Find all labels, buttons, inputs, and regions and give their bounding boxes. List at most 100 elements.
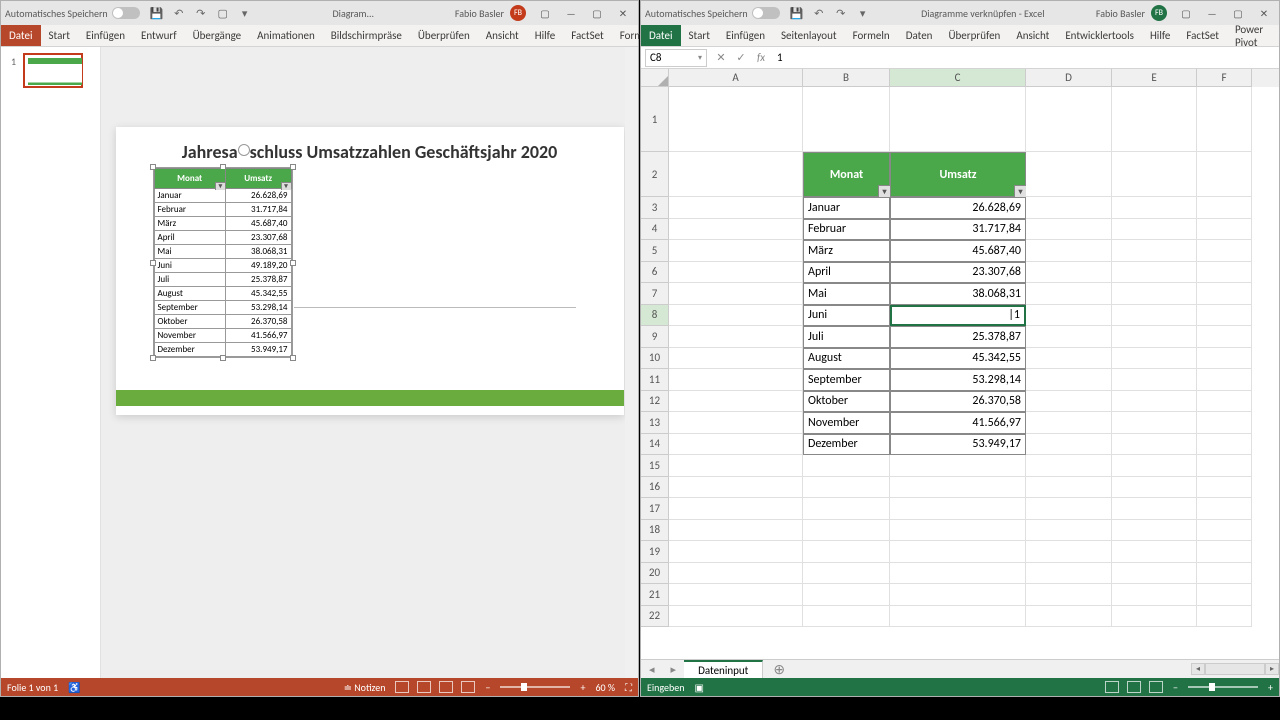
fit-window-icon[interactable]: ⛶ [625,681,632,694]
cell[interactable] [1112,240,1197,262]
add-sheet-button[interactable]: ⊕ [763,661,795,678]
tab-einfuegen[interactable]: Einfügen [718,25,773,46]
column-header-d[interactable]: D [1026,69,1112,87]
horizontal-scrollbar[interactable] [1205,663,1265,675]
cell[interactable] [1112,369,1197,391]
cell[interactable] [1026,455,1112,477]
vertical-scrollbar[interactable] [625,47,638,678]
column-header-c[interactable]: C [890,69,1026,87]
cell[interactable] [1197,152,1252,197]
cell[interactable]: 31.717,84 [890,219,1026,241]
formula-input[interactable]: 1 [771,51,1279,64]
cell[interactable]: 26.370,58 [890,391,1026,413]
tab-animationen[interactable]: Animationen [249,25,323,46]
cell[interactable]: März [803,240,890,262]
tab-datei[interactable]: Datei [1,25,41,46]
search-box[interactable]: 🔍Suchen [1271,25,1280,46]
cell[interactable]: 23.307,68 [890,262,1026,284]
cell[interactable] [669,87,803,152]
column-header-e[interactable]: E [1112,69,1197,87]
cell[interactable] [669,412,803,434]
cell[interactable]: 41.566,97 [890,412,1026,434]
cell[interactable] [1197,434,1252,456]
cell[interactable] [1112,477,1197,499]
cell[interactable] [1112,283,1197,305]
cell[interactable] [1112,391,1197,413]
cell[interactable] [1026,219,1112,241]
notes-button[interactable]: ≐ Notizen [344,681,386,694]
cell[interactable]: November [803,412,890,434]
cell[interactable] [803,477,890,499]
cell[interactable]: April [803,262,890,284]
tab-ueberpruefen[interactable]: Überprüfen [410,25,478,46]
cell[interactable]: 53.949,17 [890,434,1026,456]
cell[interactable] [890,498,1026,520]
cell[interactable] [890,520,1026,542]
cell[interactable] [1197,326,1252,348]
row-header[interactable]: 22 [641,606,669,628]
cell[interactable] [1026,87,1112,152]
undo-icon[interactable]: ↶ [172,6,186,20]
cell[interactable]: Juli [803,326,890,348]
maximize-button[interactable]: ▢ [1227,5,1249,21]
autosave-toggle[interactable]: Automatisches Speichern [5,7,140,20]
sheet-nav-left[interactable]: ◂ [641,663,663,676]
cell[interactable]: |1 [890,305,1026,327]
cell[interactable] [669,369,803,391]
cell[interactable]: Mai [803,283,890,305]
cell[interactable] [669,477,803,499]
minimize-button[interactable]: — [1201,5,1223,21]
cell[interactable] [1026,541,1112,563]
cell[interactable] [803,455,890,477]
cell[interactable] [669,152,803,197]
save-icon[interactable]: 💾 [150,6,164,20]
row-header[interactable]: 3 [641,197,669,219]
name-box[interactable]: C8▾ [645,49,707,67]
cell[interactable] [803,498,890,520]
tab-ueberpruefen[interactable]: Überprüfen [940,25,1008,46]
cell[interactable] [1197,262,1252,284]
cell[interactable] [669,584,803,606]
cell[interactable] [1112,412,1197,434]
slide-editor-area[interactable]: Jahresaschluss Umsatzzahlen Geschäftsjah… [101,47,638,678]
cell[interactable] [1026,498,1112,520]
cell[interactable] [1026,152,1112,197]
cell[interactable] [669,348,803,370]
cell[interactable] [1197,498,1252,520]
cell[interactable] [1197,541,1252,563]
cell[interactable] [1112,541,1197,563]
cell[interactable] [803,87,890,152]
cell[interactable] [1026,326,1112,348]
cell[interactable] [1112,455,1197,477]
column-header-a[interactable]: A [669,69,803,87]
row-header[interactable]: 18 [641,520,669,542]
cell[interactable] [1112,197,1197,219]
minimize-button[interactable]: — [560,5,582,21]
toggle-icon[interactable] [112,7,140,19]
user-account[interactable]: Fabio Basler FB [455,5,526,21]
slide-thumbnail-1[interactable]: 1 [23,53,83,88]
cell[interactable] [890,584,1026,606]
user-account[interactable]: Fabio Basler FB [1096,5,1167,21]
cell[interactable] [669,283,803,305]
cell[interactable] [803,541,890,563]
cell[interactable]: Umsatz▾ [890,152,1026,197]
cell[interactable] [1112,606,1197,628]
macro-record-icon[interactable]: ▣ [695,681,704,694]
cell[interactable] [1112,434,1197,456]
cell[interactable] [1026,197,1112,219]
row-header[interactable]: 16 [641,477,669,499]
sheet-nav-right[interactable]: ▸ [663,663,685,676]
cell[interactable]: Dezember [803,434,890,456]
hscroll-left[interactable]: ◂ [1191,663,1205,675]
cell[interactable]: Januar [803,197,890,219]
redo-icon[interactable]: ↷ [194,6,208,20]
close-button[interactable]: ✕ [1253,5,1275,21]
cell[interactable] [803,584,890,606]
cell[interactable]: 38.068,31 [890,283,1026,305]
tab-ansicht[interactable]: Ansicht [1008,25,1057,46]
cell[interactable]: 45.342,55 [890,348,1026,370]
cell[interactable] [1112,305,1197,327]
cell[interactable] [1026,606,1112,628]
cell[interactable] [803,520,890,542]
